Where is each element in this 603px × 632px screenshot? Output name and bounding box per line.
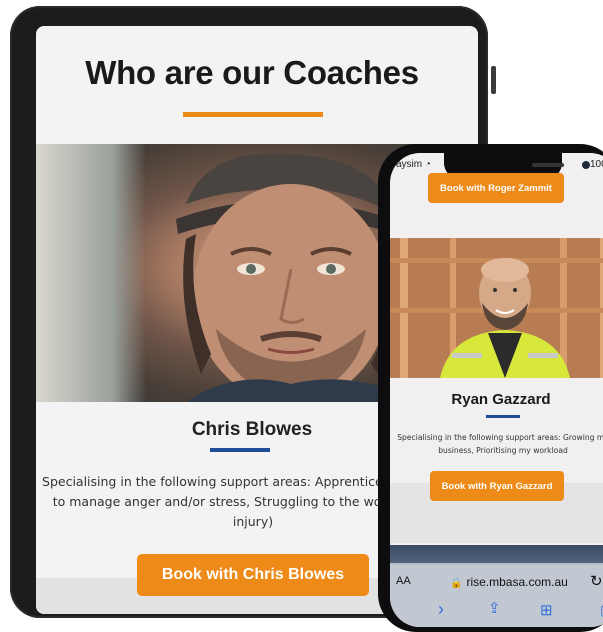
next-coach-photo	[390, 545, 603, 565]
name-underline	[486, 415, 520, 418]
text-size-button[interactable]: AA	[396, 575, 411, 587]
front-camera	[582, 161, 590, 169]
phone-screen: aysim ◔ 100 Book with Roger Zammit	[390, 153, 603, 627]
phone-device: aysim ◔ 100 Book with Roger Zammit	[378, 144, 603, 632]
reload-icon[interactable]: ↻	[590, 572, 603, 590]
wifi-icon: ◔	[424, 159, 431, 170]
coach-portrait-illustration	[390, 238, 603, 378]
share-icon[interactable]: ⇪	[488, 599, 501, 617]
book-chris-button[interactable]: Book with Chris Blowes	[137, 554, 369, 596]
status-carrier: aysim ◔	[396, 159, 431, 170]
bookmarks-icon[interactable]: ⊞	[540, 601, 553, 619]
safari-toolbar: AA 🔒rise.mbasa.com.au ↻ › ⇪ ⊞ ▢	[390, 563, 603, 627]
back-icon[interactable]: ›	[438, 599, 444, 620]
status-battery: 100	[590, 159, 603, 170]
coach-description: Specialising in the following support ar…	[397, 433, 603, 455]
title-underline	[183, 112, 323, 117]
book-roger-button[interactable]: Book with Roger Zammit	[428, 173, 564, 203]
lock-icon: 🔒	[450, 578, 463, 589]
url-text: rise.mbasa.com.au	[466, 575, 568, 589]
coach-name: Ryan Gazzard	[451, 391, 551, 408]
book-ryan-button[interactable]: Book with Ryan Gazzard	[430, 471, 564, 501]
page-title: Who are our Coaches	[85, 54, 419, 91]
address-bar[interactable]: 🔒 rise.mbasa.com.au	[450, 575, 568, 589]
name-underline	[210, 448, 270, 452]
speaker-grille	[532, 163, 564, 167]
tablet-side-button	[491, 66, 496, 94]
coach-photo-ryan	[390, 238, 603, 378]
